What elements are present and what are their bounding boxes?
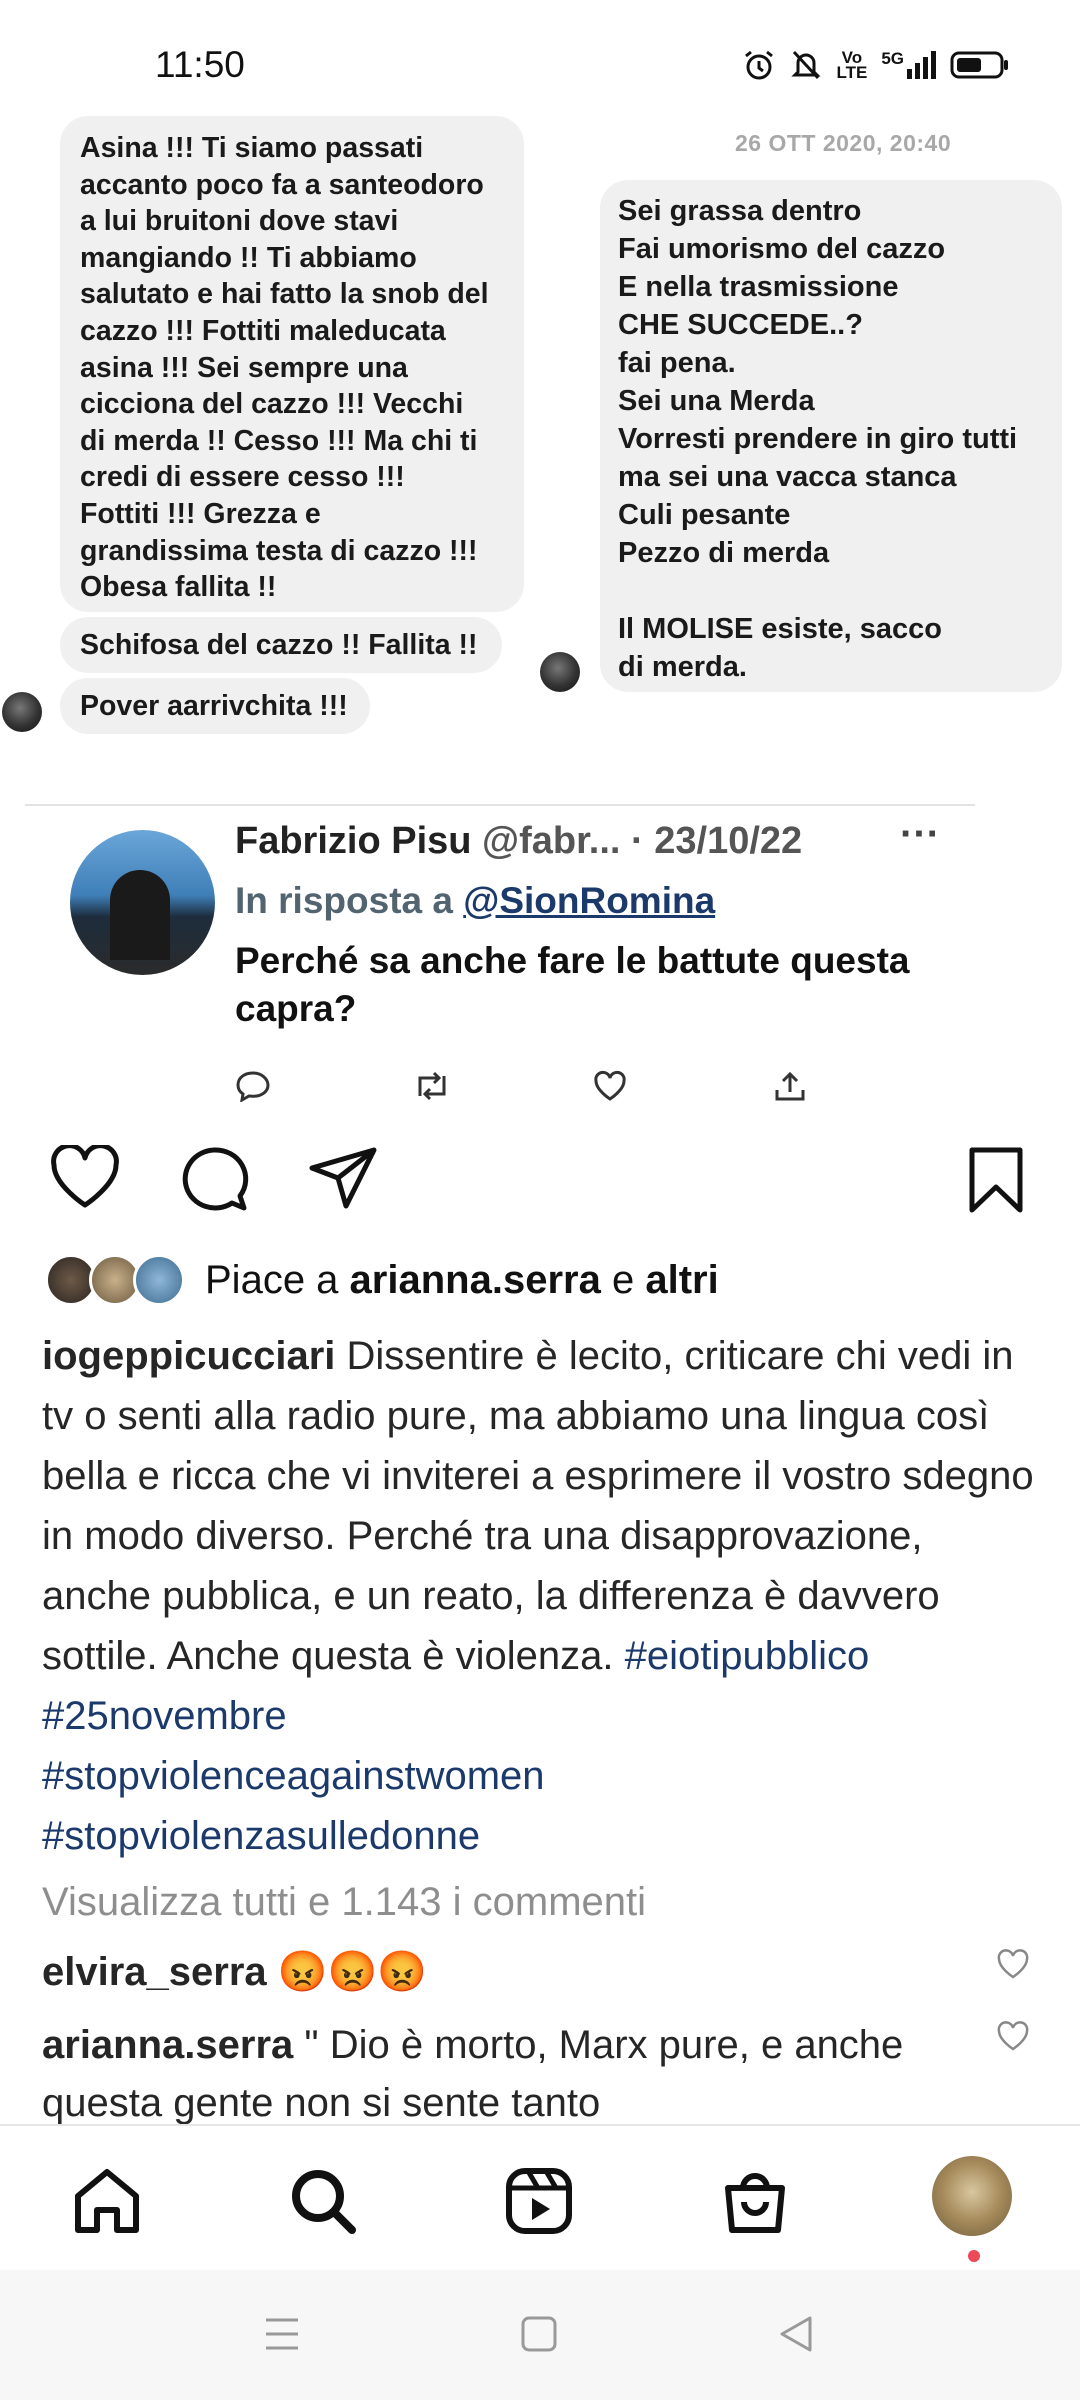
status-bar: 11:50 Vo LTE 5G	[0, 0, 1080, 120]
likes-row[interactable]: Piace a arianna.serra e altri	[45, 1252, 719, 1308]
hashtag-link[interactable]: #stopviolenceagainstwomen	[42, 1754, 545, 1798]
hashtag-link[interactable]: #eiotipubblico	[625, 1634, 870, 1678]
bottom-nav	[0, 2124, 1080, 2272]
caption-username[interactable]: iogeppicucciari	[42, 1334, 335, 1378]
notification-dot	[968, 2250, 980, 2262]
tweet-reply-prefix: In risposta a	[235, 880, 453, 921]
likes-others-link[interactable]: altri	[645, 1258, 718, 1302]
tweet-share-icon	[772, 1070, 808, 1107]
chat-bubble-left-2: Schifosa del cazzo !! Fallita !!	[60, 617, 502, 673]
status-time: 11:50	[155, 44, 245, 85]
system-nav	[0, 2270, 1080, 2400]
chat-date: 26 OTT 2020, 20:40	[735, 130, 952, 156]
tweet-actions	[230, 1070, 830, 1110]
tweet-reply-mention: @SionRomina	[463, 880, 716, 921]
tweet-avatar	[70, 830, 215, 975]
tweet-author: Fabrizio Pisu	[235, 820, 472, 862]
volte-indicator: Vo LTE	[836, 48, 868, 82]
comment-row: elvira_serra 😡😡😡	[42, 1943, 982, 2001]
reels-icon[interactable]	[504, 2166, 574, 2236]
chat-bubble-right: Sei grassa dentro Fai umorismo del cazzo…	[600, 180, 1062, 692]
post-caption: iogeppicucciari Dissentire è lecito, cri…	[42, 1326, 1042, 1866]
tweet-handle: @fabr...	[482, 820, 621, 862]
tweet-date: · 23/10/22	[631, 820, 803, 862]
chat-bubble-left-3: Pover aarrivchita !!!	[60, 678, 370, 734]
hashtag-link[interactable]: #25novembre	[42, 1694, 287, 1738]
comment-icon[interactable]	[178, 1145, 250, 1215]
comment-like-icon[interactable]	[996, 2020, 1030, 2052]
comment-row: arianna.serra " Dio è morto, Marx pure, …	[42, 2016, 982, 2124]
bookmark-icon[interactable]	[966, 1145, 1026, 1215]
alarm-icon	[745, 50, 774, 80]
share-icon[interactable]	[308, 1145, 380, 1213]
tweet-header: Fabrizio Pisu @fabr... · 23/10/22	[235, 820, 802, 863]
comment-username[interactable]: elvira_serra	[42, 1950, 267, 1994]
mute-icon	[791, 50, 822, 80]
signal-icon: 5G	[881, 50, 936, 79]
tweet-more-icon: ···	[900, 812, 940, 856]
caption-text: Dissentire è lecito, criticare chi vedi …	[42, 1334, 1034, 1678]
likes-text: Piace a arianna.serra e altri	[205, 1257, 719, 1302]
status-icons: Vo LTE 5G	[742, 48, 1010, 82]
profile-avatar[interactable]	[932, 2156, 1012, 2236]
tweet-text: Perché sa anche fare le battute questa c…	[235, 940, 910, 1029]
tweet-reply-line: In risposta a @SionRomina	[235, 880, 715, 922]
tweet-retweet-icon	[412, 1070, 452, 1107]
heart-icon[interactable]	[48, 1145, 122, 1211]
comment-like-icon[interactable]	[996, 1948, 1030, 1980]
chat-avatar-left	[2, 692, 42, 732]
comment-text: 😡😡😡	[266, 1950, 428, 1994]
likes-user-link[interactable]: arianna.serra	[350, 1258, 601, 1302]
tweet-like-icon	[592, 1070, 628, 1107]
search-icon[interactable]	[288, 2166, 358, 2236]
battery-icon	[950, 51, 1008, 79]
tweet-reply-icon	[235, 1070, 271, 1107]
menu-icon[interactable]	[262, 2314, 302, 2354]
like-avatars	[45, 1252, 195, 1308]
view-all-comments-link[interactable]: Visualizza tutti e 1.143 i commenti	[42, 1880, 646, 1925]
shop-icon[interactable]	[720, 2166, 790, 2236]
chat-avatar-right	[540, 652, 580, 692]
post-image[interactable]: Asina !!! Ti siamo passati accanto poco …	[0, 112, 1080, 1115]
home-icon[interactable]	[72, 2166, 142, 2236]
back-icon[interactable]	[776, 2314, 816, 2354]
post-actions	[0, 1135, 1080, 1225]
divider	[25, 804, 975, 806]
chat-bubble-left-1: Asina !!! Ti siamo passati accanto poco …	[60, 116, 524, 612]
avatar	[133, 1254, 185, 1306]
hashtag-link[interactable]: #stopviolenzasulledonne	[42, 1814, 480, 1858]
comment-username[interactable]: arianna.serra	[42, 2023, 293, 2067]
home-square-icon[interactable]	[519, 2314, 559, 2354]
